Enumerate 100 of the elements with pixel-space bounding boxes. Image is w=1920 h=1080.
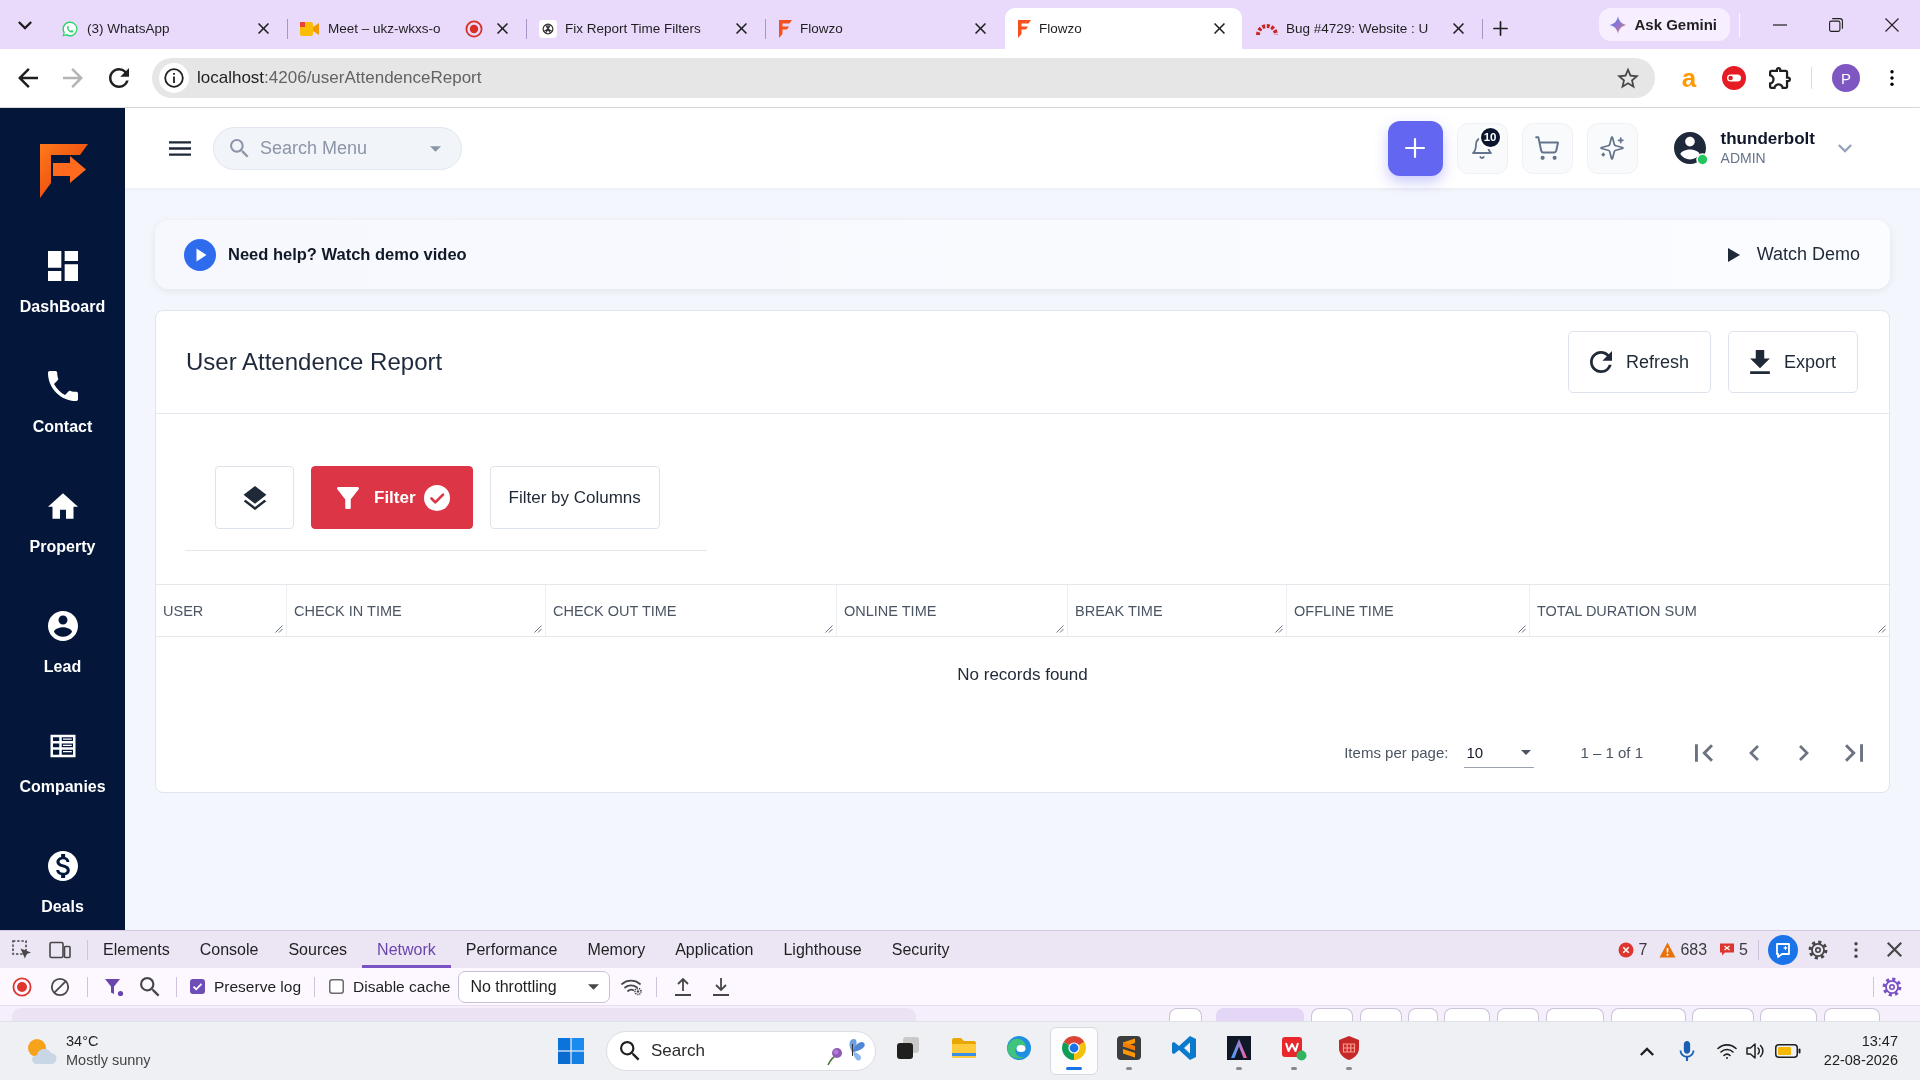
- notification-badge: 10: [1478, 125, 1502, 149]
- swirl-icon: [1005, 1034, 1033, 1062]
- profile-button[interactable]: P: [1832, 64, 1860, 92]
- error-counter[interactable]: 7: [1618, 935, 1648, 964]
- toggle-icon: [1722, 66, 1746, 90]
- close-icon: [1886, 942, 1902, 957]
- battery-icon: [1774, 1044, 1801, 1058]
- devtools-tab[interactable]: Sources: [273, 931, 363, 968]
- forward-arrow-icon: [63, 68, 83, 88]
- puzzle-icon: [1769, 67, 1791, 89]
- close-icon: [974, 23, 986, 34]
- site-info-button[interactable]: [159, 63, 189, 93]
- throttling-select[interactable]: No throttling: [458, 970, 611, 1003]
- page-title: User Attendence Report: [186, 348, 443, 376]
- devtools-tab[interactable]: Elements: [88, 931, 185, 968]
- clock-button[interactable]: 13:47 22-08-2026: [1813, 1027, 1908, 1075]
- disable-cache-option[interactable]: Disable cache: [329, 977, 451, 996]
- download-icon: [712, 976, 731, 997]
- watch-demo-button[interactable]: Watch Demo: [1727, 244, 1860, 265]
- column-header: CHECK IN TIME: [294, 602, 402, 619]
- sparkle-icon: [1609, 15, 1628, 34]
- settings-icon: [1807, 938, 1829, 961]
- refresh-icon: [1589, 351, 1612, 373]
- ai-assistance-button[interactable]: [1768, 934, 1798, 965]
- settings-icon: [1881, 975, 1903, 998]
- close-icon: [735, 23, 747, 34]
- app-logo-icon: [778, 19, 792, 38]
- resize-grip-icon[interactable]: [825, 625, 833, 633]
- ai-assistant-button[interactable]: [1586, 122, 1638, 174]
- add-button[interactable]: [1387, 120, 1443, 176]
- resize-grip-icon[interactable]: [275, 625, 283, 633]
- tiles-icon: [558, 1038, 584, 1064]
- reload-icon: [109, 68, 129, 88]
- filter-by-columns-button[interactable]: Filter by Columns: [489, 466, 660, 529]
- column-header: OFFLINE TIME: [1294, 602, 1394, 619]
- empty-message: No records found: [957, 665, 1088, 685]
- column-header: ONLINE TIME: [844, 602, 937, 619]
- help-text: Need help? Watch demo video: [228, 245, 467, 264]
- user-role: ADMIN: [1720, 149, 1767, 167]
- plus-icon: [1404, 137, 1427, 159]
- browser-tab[interactable]: (3) WhatsApp: [49, 8, 286, 49]
- wifi-icon: [1716, 1043, 1737, 1059]
- preserve-log-option[interactable]: Preserve log: [190, 977, 301, 996]
- check-circle-icon: [423, 484, 450, 511]
- browser-tab[interactable]: Fix Report Time Filters: [527, 8, 764, 49]
- devtools-tab[interactable]: Lighthouse: [768, 931, 877, 968]
- nav-item[interactable]: Companies: [0, 706, 125, 826]
- nav-item[interactable]: Property: [0, 466, 125, 586]
- browser-tab[interactable]: Flowzo: [766, 8, 1003, 49]
- nav-item[interactable]: Deals: [0, 826, 125, 916]
- issues-counter[interactable]: 5: [1719, 935, 1748, 964]
- search-icon: [230, 138, 249, 158]
- nav-item[interactable]: DashBoard: [0, 226, 125, 346]
- temperature-text: 34°C: [66, 1032, 100, 1051]
- search-field[interactable]: Search Menu: [213, 126, 462, 170]
- page-size-select[interactable]: 10: [1464, 737, 1535, 768]
- notifications-button[interactable]: 10: [1456, 122, 1508, 174]
- error-icon: [1618, 941, 1635, 958]
- resize-grip-icon[interactable]: [534, 625, 542, 633]
- devtools-tab[interactable]: Application: [660, 931, 769, 968]
- devtools-tab[interactable]: Performance: [450, 931, 573, 968]
- chevron-left-icon: [1749, 744, 1759, 761]
- items-per-page-label: Items per page:: [1344, 744, 1449, 761]
- checkbox[interactable]: [190, 979, 205, 994]
- nav-item[interactable]: Contact: [0, 346, 125, 466]
- close-icon: [496, 23, 508, 34]
- devtools-tab[interactable]: Console: [184, 931, 274, 968]
- devtools-tab[interactable]: Memory: [572, 931, 661, 968]
- cart-icon: [1535, 136, 1560, 160]
- taskbar-search-field[interactable]: Search: [606, 1031, 876, 1071]
- task-view-icon: [894, 1034, 922, 1062]
- ask-gemini-button[interactable]: Ask Gemini: [1599, 8, 1730, 41]
- nav-item[interactable]: Lead: [0, 586, 125, 706]
- resize-grip-icon[interactable]: [1878, 625, 1886, 633]
- resize-grip-icon[interactable]: [1275, 625, 1283, 633]
- refresh-button[interactable]: Refresh: [1567, 331, 1711, 393]
- devtools-tab[interactable]: Security: [876, 931, 965, 968]
- resize-grip-icon[interactable]: [1518, 625, 1526, 633]
- browser-tab[interactable]: Flowzo: [1005, 8, 1242, 49]
- export-button[interactable]: Export: [1727, 331, 1858, 393]
- clock-time: 13:47: [1861, 1032, 1898, 1051]
- browser-tab[interactable]: Meet – ukz-wkxs-o: [288, 8, 525, 49]
- layers-button[interactable]: [215, 466, 294, 529]
- caret-icon[interactable]: [430, 145, 441, 152]
- device-icon: [49, 940, 71, 959]
- filter-button[interactable]: Filter: [311, 466, 473, 529]
- resize-grip-icon[interactable]: [1056, 625, 1064, 633]
- back-arrow-icon: [18, 68, 38, 88]
- dollar-coin-icon: [47, 851, 78, 881]
- address-bar[interactable]: localhost:4206/userAttendenceReport: [152, 58, 1655, 98]
- cart-button[interactable]: [1521, 122, 1573, 174]
- star-icon: [1617, 67, 1639, 89]
- browser-tab[interactable]: Bug #4729: Website : U: [1244, 8, 1481, 49]
- app-logo-icon: [1017, 19, 1031, 38]
- microphone-icon: [1678, 1041, 1695, 1061]
- chevron-down-icon: [18, 20, 32, 30]
- weather-condition-text: Mostly sunny: [66, 1051, 151, 1070]
- weather-widget[interactable]: 34°C Mostly sunny: [22, 1027, 174, 1075]
- warning-counter[interactable]: 683: [1659, 935, 1708, 964]
- checkbox[interactable]: [329, 979, 344, 994]
